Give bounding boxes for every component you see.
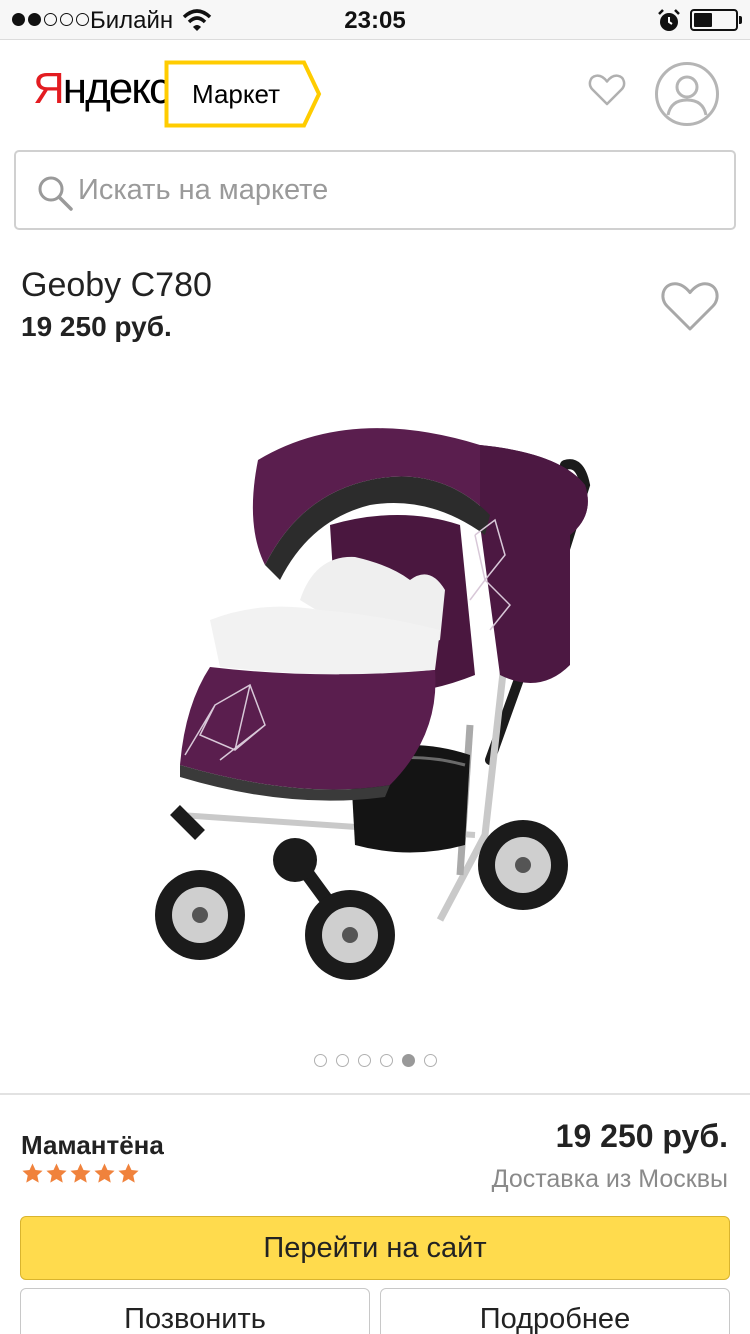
star-icon	[22, 1163, 43, 1183]
logo-rest: ндекс	[62, 64, 171, 113]
shop-name[interactable]: Мамантёна	[21, 1130, 164, 1161]
gallery-dot[interactable]	[401, 1054, 415, 1067]
search-icon	[38, 176, 73, 211]
call-button[interactable]: Позвонить	[20, 1288, 370, 1334]
app-header: Яндекс Маркет	[0, 40, 750, 146]
add-to-favorites-heart-icon[interactable]	[660, 278, 720, 334]
go-to-site-button[interactable]: Перейти на сайт	[20, 1216, 730, 1280]
logo-first-letter: Я	[33, 64, 65, 113]
star-icon	[94, 1163, 115, 1183]
user-avatar-icon[interactable]	[655, 62, 719, 126]
gallery-dot[interactable]	[423, 1054, 437, 1067]
star-icon	[70, 1163, 91, 1183]
market-tab[interactable]: Маркет	[164, 60, 324, 128]
heart-outline-icon[interactable]	[588, 73, 626, 107]
star-icon	[118, 1163, 139, 1183]
user-silhouette-icon	[666, 75, 708, 116]
details-button[interactable]: Подробнее	[380, 1288, 730, 1334]
battery-tip	[739, 16, 742, 24]
gallery-pagination[interactable]	[0, 1054, 750, 1067]
product-price: 19 250 руб.	[21, 311, 172, 342]
battery-icon	[690, 9, 738, 31]
market-tab-label: Маркет	[192, 79, 281, 109]
gallery-dot[interactable]	[379, 1054, 393, 1067]
status-bar: Билайн 23:05	[0, 0, 750, 40]
search-bar[interactable]	[14, 150, 736, 230]
battery-level	[694, 13, 712, 27]
product-title: Geoby C780	[21, 266, 212, 304]
gallery-dot[interactable]	[335, 1054, 349, 1067]
search-input[interactable]	[78, 170, 698, 210]
offer-price: 19 250 руб.	[555, 1118, 728, 1154]
yandex-logo[interactable]: Яндекс	[33, 64, 171, 114]
alarm-icon	[658, 9, 680, 31]
status-time: 23:05	[344, 7, 406, 34]
gallery-dot[interactable]	[357, 1054, 371, 1067]
section-divider	[0, 1093, 750, 1095]
gallery-dot[interactable]	[313, 1054, 327, 1067]
star-icon	[46, 1163, 67, 1183]
shop-rating	[21, 1162, 140, 1185]
product-image-stroller[interactable]	[140, 405, 610, 1015]
delivery-info: Доставка из Москвы	[491, 1165, 728, 1193]
